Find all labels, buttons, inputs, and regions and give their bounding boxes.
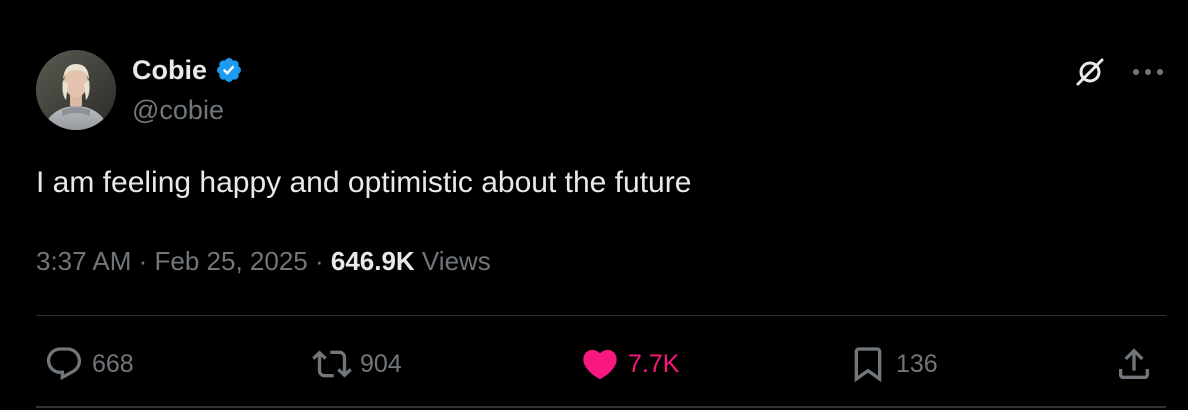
tweet-time[interactable]: 3:37 AM bbox=[36, 246, 131, 276]
divider bbox=[36, 315, 1166, 316]
author-handle[interactable]: @cobie bbox=[132, 94, 224, 126]
heart-icon bbox=[583, 349, 617, 380]
share-button[interactable] bbox=[1114, 344, 1154, 384]
tweet-text: I am feeling happy and optimistic about … bbox=[36, 166, 692, 199]
more-icon[interactable] bbox=[1130, 56, 1166, 93]
reply-count: 668 bbox=[92, 350, 134, 378]
repost-count: 904 bbox=[360, 350, 402, 378]
author-name-row: Cobie bbox=[132, 54, 243, 86]
reply-icon bbox=[46, 347, 82, 381]
avatar-image bbox=[36, 50, 116, 130]
share-icon bbox=[1119, 348, 1149, 379]
views-label: Views bbox=[414, 246, 491, 276]
tweet-card: Cobie @cobie I am feeling happy and opti… bbox=[0, 0, 1188, 410]
reply-button[interactable]: 668 bbox=[44, 344, 134, 384]
tweet-meta: 3:37 AM · Feb 25, 2025 · 646.9K Views bbox=[36, 244, 491, 278]
meta-separator: · bbox=[131, 246, 155, 276]
repost-button[interactable]: 904 bbox=[312, 344, 402, 384]
meta-separator: · bbox=[307, 246, 331, 276]
author-display-name[interactable]: Cobie bbox=[132, 54, 207, 86]
verified-badge-icon[interactable] bbox=[215, 56, 243, 84]
avatar[interactable] bbox=[36, 50, 116, 130]
grok-icon[interactable] bbox=[1074, 56, 1106, 93]
views-count: 646.9K bbox=[330, 246, 415, 276]
bookmark-button[interactable]: 136 bbox=[848, 344, 938, 384]
bookmark-icon bbox=[854, 347, 882, 383]
tweet-action-bar: 668 904 7.7K 136 bbox=[0, 338, 1188, 388]
tweet-top-actions bbox=[1074, 56, 1166, 93]
like-count: 7.7K bbox=[628, 350, 680, 378]
bottom-border bbox=[36, 406, 1166, 408]
like-button[interactable]: 7.7K bbox=[580, 344, 679, 384]
repost-icon bbox=[312, 350, 352, 378]
tweet-date[interactable]: Feb 25, 2025 bbox=[155, 246, 308, 276]
bookmark-count: 136 bbox=[896, 350, 938, 378]
